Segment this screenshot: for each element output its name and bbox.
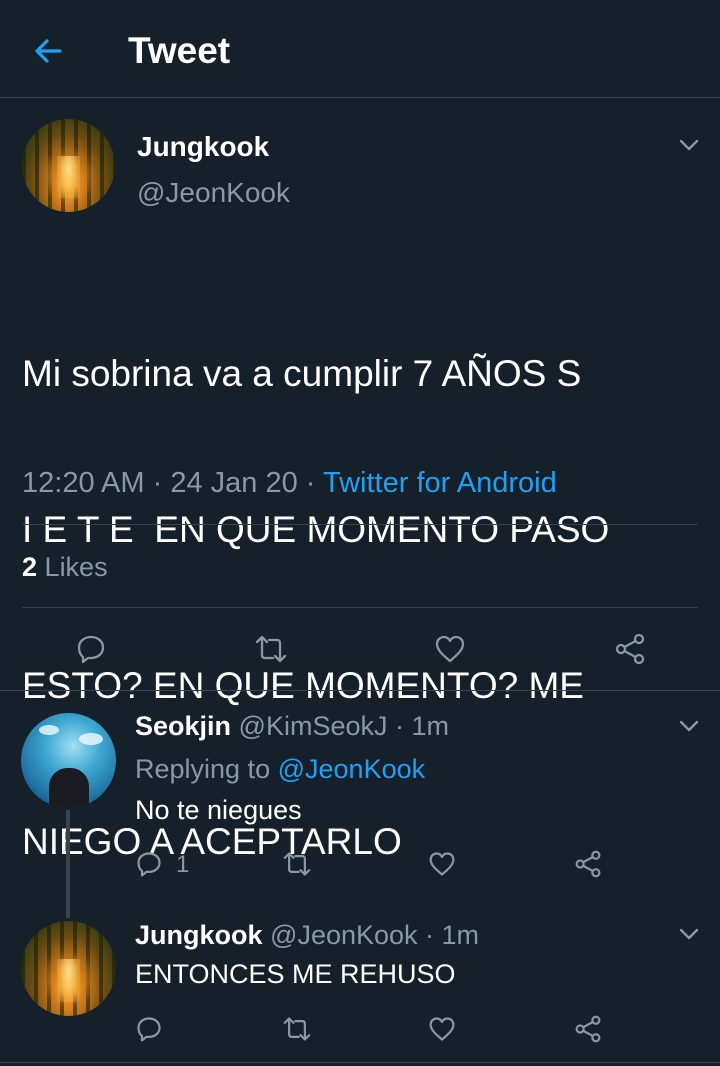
replying-prefix: Replying to — [135, 754, 271, 784]
fish-shape — [79, 733, 103, 745]
avatar[interactable] — [22, 119, 115, 212]
avatar[interactable] — [21, 921, 116, 1016]
tweet-meta: 12:20 AM · 24 Jan 20 · Twitter for Andro… — [22, 467, 557, 500]
likes-label: Likes — [44, 552, 108, 582]
divider — [22, 524, 698, 525]
chevron-down-icon[interactable] — [678, 923, 700, 945]
retweet-icon[interactable] — [283, 850, 311, 878]
tweet-text-line: I E T E EN QUE MOMENTO PASO — [22, 509, 610, 550]
handle[interactable]: @JeonKook — [137, 177, 290, 209]
tweet-text: Mi sobrina va a cumplir 7 AÑOS S I E T E… — [22, 244, 609, 920]
reply-icon[interactable] — [75, 633, 107, 665]
chevron-down-icon[interactable] — [678, 134, 700, 156]
person-shape — [49, 768, 89, 808]
like-icon[interactable] — [428, 1015, 456, 1043]
tweet-text-line: Mi sobrina va a cumplir 7 AÑOS S — [22, 353, 582, 394]
divider — [0, 1062, 720, 1063]
reply-header: Jungkook @JeonKook · 1m — [135, 920, 479, 951]
tweet-time: 12:20 AM — [22, 467, 145, 499]
reply-icon[interactable] — [135, 1015, 163, 1043]
chevron-down-icon[interactable] — [678, 715, 700, 737]
arrow-left-icon[interactable] — [30, 33, 66, 69]
reply-icon[interactable] — [135, 850, 163, 878]
like-icon[interactable] — [434, 633, 466, 665]
likes-stat[interactable]: 2 Likes — [22, 552, 108, 583]
divider — [0, 690, 720, 691]
reply-text: ENTONCES ME REHUSO — [135, 959, 456, 989]
fish-shape — [39, 725, 59, 735]
share-icon[interactable] — [614, 633, 646, 665]
reply-count: 1 — [176, 851, 190, 878]
page-title: Tweet — [128, 30, 231, 71]
retweet-icon[interactable] — [283, 1015, 311, 1043]
top-bar: Tweet — [0, 0, 720, 98]
avatar[interactable] — [21, 713, 116, 808]
reply-header: Seokjin @KimSeokJ · 1m — [135, 711, 449, 742]
reply-text: No te niegues — [135, 795, 302, 825]
reply-thread-line — [66, 810, 70, 918]
separator-dot: · — [152, 467, 163, 499]
tweet-text-line: ESTO? EN QUE MOMENTO? ME — [22, 665, 584, 706]
mention-link[interactable]: @JeonKook — [278, 754, 426, 784]
display-name[interactable]: Jungkook — [137, 131, 269, 163]
replying-to: Replying to @JeonKook — [135, 754, 425, 785]
tweet-date: 24 Jan 20 — [170, 467, 298, 499]
handle[interactable]: @JeonKook — [270, 920, 418, 950]
divider — [22, 607, 698, 608]
separator-dot: · — [305, 467, 316, 499]
reply-time: · 1m — [395, 711, 450, 741]
reply-time: · 1m — [425, 920, 480, 950]
likes-count: 2 — [22, 552, 38, 582]
tweet-text-line: NIEGO A ACEPTARLO — [22, 821, 402, 862]
tweet-source-link[interactable]: Twitter for Android — [323, 467, 557, 499]
handle[interactable]: @KimSeokJ — [239, 711, 388, 741]
share-icon[interactable] — [574, 1015, 602, 1043]
retweet-icon[interactable] — [255, 633, 287, 665]
share-icon[interactable] — [574, 850, 602, 878]
display-name[interactable]: Jungkook — [135, 920, 263, 950]
display-name[interactable]: Seokjin — [135, 711, 231, 741]
like-icon[interactable] — [428, 850, 456, 878]
